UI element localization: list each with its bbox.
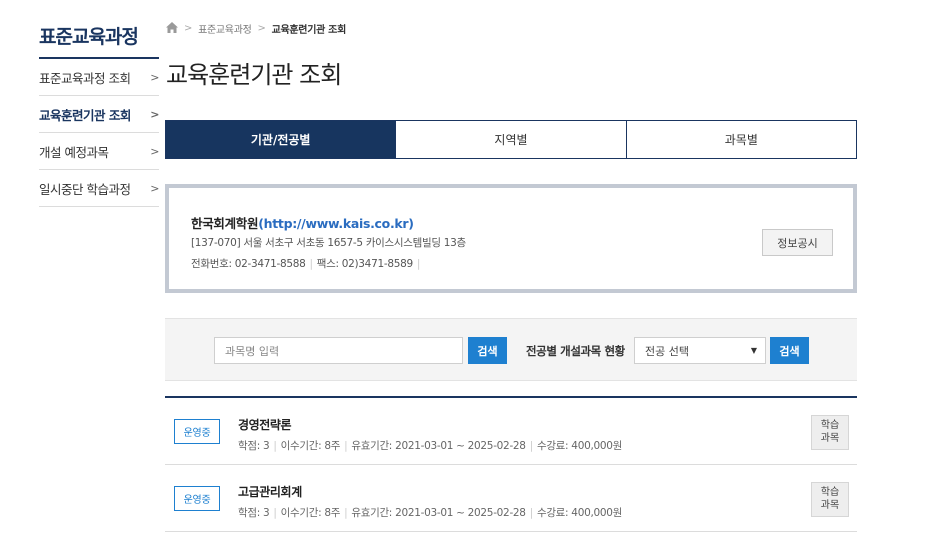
breadcrumb-separator: >: [257, 23, 266, 34]
subject-search-input[interactable]: 과목명 입력: [214, 337, 463, 364]
course-valid-period: 유효기간: 2021-03-01 ~ 2025-02-28: [351, 440, 526, 452]
button-label-line2: 과목: [820, 499, 840, 511]
chevron-right-icon: >: [150, 181, 159, 195]
breadcrumb-item[interactable]: 표준교육과정: [198, 21, 252, 36]
sidebar-item-label: 표준교육과정 조회: [39, 70, 131, 86]
status-badge: 운영중: [174, 419, 220, 444]
institution-card: 한국회계학원(http://www.kais.co.kr) [137-070] …: [165, 184, 857, 293]
button-label-line1: 학습: [820, 420, 840, 431]
major-search-button[interactable]: 검색: [770, 337, 809, 364]
button-label-line1: 학습: [820, 487, 840, 498]
course-meta: 학점: 3 | 이수기간: 8주 | 유효기간: 2021-03-01 ~ 2025-0…: [238, 507, 622, 519]
course-credit: 학점: 3: [238, 507, 270, 519]
sidebar-item-institution[interactable]: 교육훈련기관 조회 >: [39, 96, 159, 133]
status-badge: 운영중: [174, 486, 220, 511]
course-meta: 학점: 3 | 이수기간: 8주 | 유효기간: 2021-03-01 ~ 2025-0…: [238, 440, 622, 452]
course-period: 이수기간: 8주: [280, 440, 341, 452]
major-status-label: 전공별 개설과목 현황: [526, 343, 625, 358]
sidebar: 표준교육과정 표준교육과정 조회 > 교육훈련기관 조회 > 개설 예정과목 >…: [39, 22, 159, 207]
course-credit: 학점: 3: [238, 440, 270, 452]
subject-search-button[interactable]: 검색: [468, 337, 507, 364]
search-bar: 과목명 입력 검색 전공별 개설과목 현황 전공 선택 ▼ 검색: [165, 318, 857, 381]
chevron-right-icon: >: [150, 107, 159, 121]
learning-subject-button[interactable]: 학습 과목: [811, 415, 849, 450]
course-title[interactable]: 경영전략론: [238, 416, 292, 433]
course-fee: 수강료: 400,000원: [536, 440, 622, 452]
institution-fax: 팩스: 02)3471-8589: [316, 258, 413, 270]
chevron-right-icon: >: [150, 70, 159, 84]
course-valid-period: 유효기간: 2021-03-01 ~ 2025-02-28: [351, 507, 526, 519]
institution-contact: 전화번호: 02-3471-8588 | 팩스: 02)3471-8589 |: [191, 258, 421, 270]
institution-url-link[interactable]: (http://www.kais.co.kr): [258, 216, 414, 231]
tab-region[interactable]: 지역별: [395, 121, 625, 158]
caret-down-icon: ▼: [750, 346, 757, 355]
major-select-value: 전공 선택: [645, 344, 689, 358]
institution-name-text: 한국회계학원: [191, 216, 259, 231]
learning-subject-button[interactable]: 학습 과목: [811, 482, 849, 517]
institution-name: 한국회계학원(http://www.kais.co.kr): [191, 213, 414, 232]
breadcrumb-separator: >: [184, 23, 193, 34]
sidebar-item-label: 개설 예정과목: [39, 144, 109, 160]
tab-subject[interactable]: 과목별: [625, 121, 856, 158]
course-period: 이수기간: 8주: [280, 507, 341, 519]
sidebar-item-planned-courses[interactable]: 개설 예정과목 >: [39, 133, 159, 170]
sidebar-item-label: 교육훈련기관 조회: [39, 107, 131, 123]
list-item: 운영중 경영전략론 학점: 3 | 이수기간: 8주 | 유효기간: 2021-03-0…: [165, 398, 857, 465]
sidebar-item-label: 일시중단 학습과정: [39, 181, 131, 197]
tab-institution-major[interactable]: 기관/전공별: [166, 121, 396, 158]
info-disclosure-button[interactable]: 정보공시: [762, 229, 833, 256]
course-list: 운영중 경영전략론 학점: 3 | 이수기간: 8주 | 유효기간: 2021-03-0…: [165, 396, 857, 532]
chevron-right-icon: >: [150, 144, 159, 158]
breadcrumb: > 표준교육과정 > 교육훈련기관 조회: [166, 21, 346, 36]
major-select[interactable]: 전공 선택 ▼: [634, 337, 766, 364]
list-item: 운영중 고급관리회계 학점: 3 | 이수기간: 8주 | 유효기간: 2021-03-…: [165, 465, 857, 532]
breadcrumb-current: 교육훈련기관 조회: [271, 25, 347, 36]
sidebar-title: 표준교육과정: [39, 22, 159, 59]
page-title: 교육훈련기관 조회: [166, 61, 342, 89]
institution-address: [137-070] 서울 서초구 서초동 1657-5 카이스시스템빌딩 13층: [191, 237, 466, 249]
course-title[interactable]: 고급관리회계: [238, 483, 302, 500]
sidebar-item-standard-course[interactable]: 표준교육과정 조회 >: [39, 59, 159, 96]
sidebar-item-suspended-courses[interactable]: 일시중단 학습과정 >: [39, 170, 159, 207]
search-tabs: 기관/전공별 지역별 과목별: [165, 120, 857, 159]
course-fee: 수강료: 400,000원: [536, 507, 622, 519]
button-label-line2: 과목: [820, 432, 840, 444]
institution-phone: 전화번호: 02-3471-8588: [191, 258, 306, 270]
home-icon[interactable]: [166, 21, 178, 36]
